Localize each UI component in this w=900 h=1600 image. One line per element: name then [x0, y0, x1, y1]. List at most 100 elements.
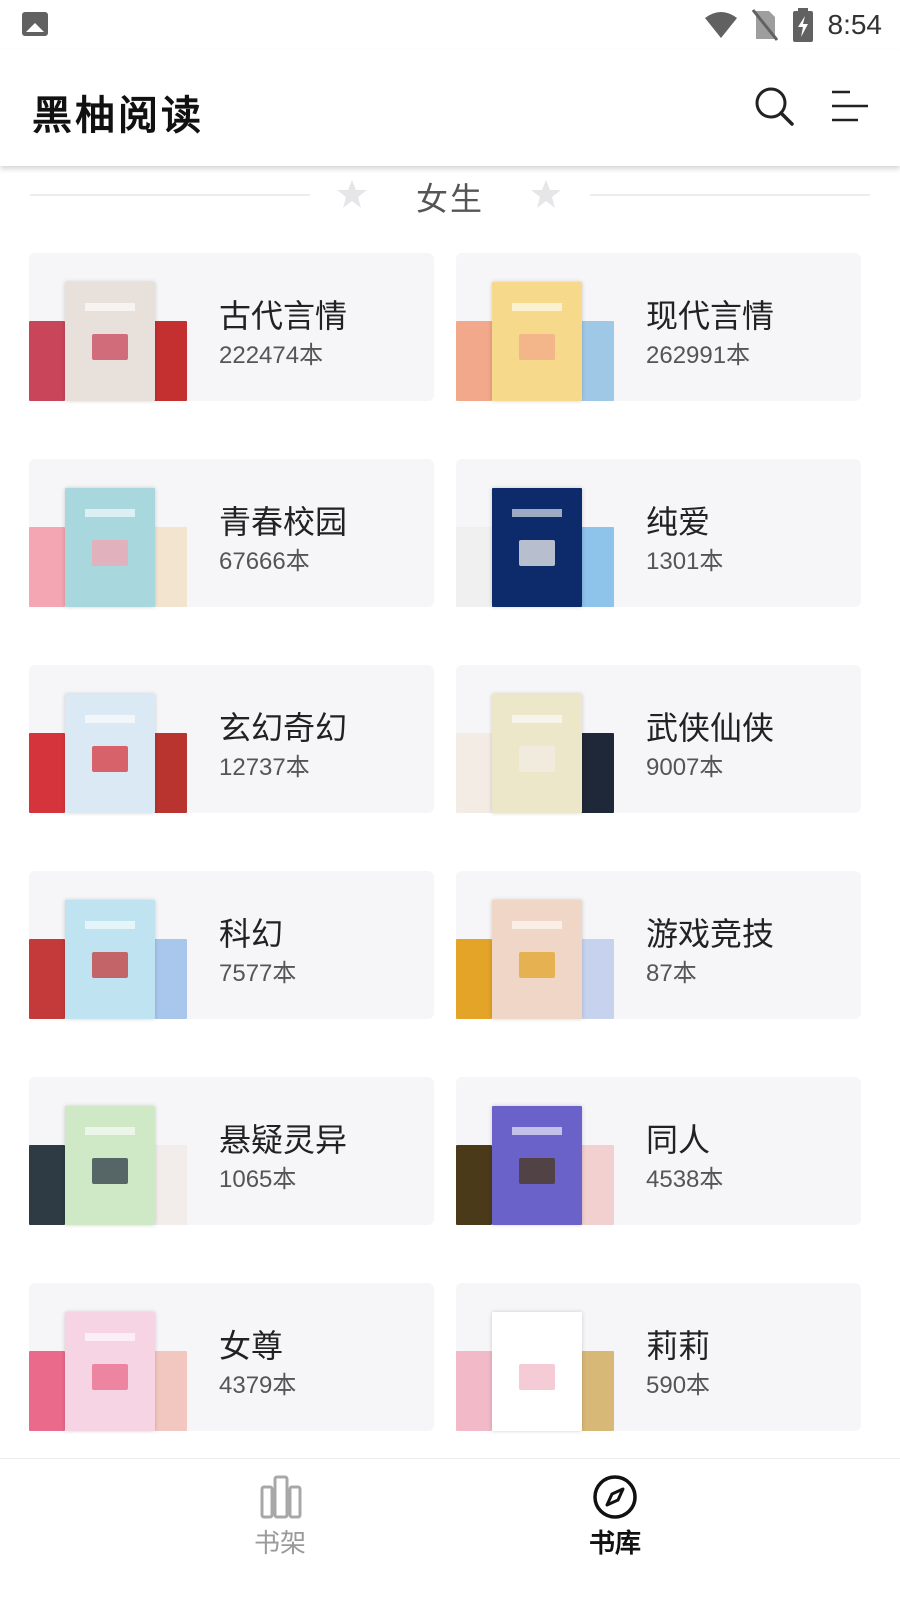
image-icon	[22, 12, 48, 36]
category-name: 科幻	[219, 915, 284, 953]
app-title: 黑柚阅读	[32, 92, 204, 139]
category-count: 1065本	[219, 1166, 297, 1193]
book-cover-image	[151, 733, 187, 813]
book-cover-image	[578, 733, 614, 813]
nav-label: 书库	[588, 1529, 641, 1559]
cover-art	[92, 540, 128, 567]
cover-art	[519, 746, 555, 773]
book-cover-image	[456, 527, 492, 607]
nav-bookshelf[interactable]: 书架	[180, 1459, 380, 1600]
cover-art	[511, 509, 563, 518]
category-count: 1301本	[646, 548, 724, 575]
category-card[interactable]: 游戏竞技 87本	[456, 871, 861, 1019]
cover-art	[519, 952, 555, 979]
cover-art	[84, 1127, 136, 1136]
category-count: 9007本	[646, 754, 724, 781]
category-count: 4379本	[219, 1372, 297, 1399]
category-card[interactable]: 同人 4538本	[456, 1077, 861, 1225]
search-button[interactable]	[752, 84, 796, 128]
category-name: 游戏竞技	[646, 915, 775, 953]
category-count: 4538本	[646, 1166, 724, 1193]
bottom-nav: 书架 书库	[0, 1458, 900, 1600]
book-cover-image	[65, 900, 155, 1019]
book-cover-image	[151, 1351, 187, 1431]
category-card[interactable]: 悬疑灵异 1065本	[29, 1077, 434, 1225]
category-name: 悬疑灵异	[219, 1121, 348, 1159]
category-count: 67666本	[219, 548, 310, 575]
menu-button[interactable]	[828, 86, 872, 126]
category-card[interactable]: 科幻 7577本	[29, 871, 434, 1019]
category-count: 262991本	[646, 342, 751, 369]
book-cover-image	[456, 733, 492, 813]
category-name: 女尊	[219, 1327, 284, 1365]
category-count: 222474本	[219, 342, 324, 369]
cover-art	[92, 952, 128, 979]
bookshelf-icon	[260, 1475, 302, 1519]
cover-art	[511, 921, 563, 930]
category-count: 87本	[646, 960, 697, 987]
cover-art	[519, 334, 555, 361]
book-cover-image	[29, 939, 65, 1019]
book-cover-image	[578, 1145, 614, 1225]
menu-list-icon	[832, 90, 868, 122]
book-cover-image	[578, 321, 614, 401]
category-count: 12737本	[219, 754, 310, 781]
category-card[interactable]: 女尊 4379本	[29, 1283, 434, 1431]
divider	[30, 194, 310, 196]
category-name: 同人	[646, 1121, 711, 1159]
battery-charging-icon	[792, 8, 813, 42]
app-bar: 黑柚阅读	[0, 50, 900, 166]
no-sim-icon	[751, 9, 778, 41]
star-icon	[531, 180, 561, 208]
cover-art	[84, 921, 136, 930]
book-cover-image	[492, 282, 582, 401]
cover-art	[92, 334, 128, 361]
category-count: 7577本	[219, 960, 297, 987]
book-cover-image	[492, 1312, 582, 1431]
cover-art	[84, 715, 136, 724]
compass-icon	[593, 1475, 637, 1519]
book-cover-image	[578, 939, 614, 1019]
cover-art	[92, 1364, 128, 1391]
section-header: 女生	[0, 170, 900, 226]
book-cover-image	[456, 1351, 492, 1431]
cover-art	[92, 1158, 128, 1185]
cover-art	[519, 540, 555, 567]
category-card[interactable]: 武侠仙侠 9007本	[456, 665, 861, 813]
book-cover-image	[65, 694, 155, 813]
nav-library[interactable]: 书库	[515, 1459, 715, 1600]
category-name: 莉莉	[646, 1327, 711, 1365]
search-icon	[755, 87, 794, 126]
category-card[interactable]: 玄幻奇幻 12737本	[29, 665, 434, 813]
cover-art	[84, 509, 136, 518]
book-cover-image	[29, 527, 65, 607]
cover-art	[511, 1333, 563, 1342]
cover-art	[511, 1127, 563, 1136]
book-cover-image	[151, 1145, 187, 1225]
book-cover-image	[492, 488, 582, 607]
category-name: 现代言情	[646, 297, 775, 335]
category-card[interactable]: 纯爱 1301本	[456, 459, 861, 607]
book-cover-image	[578, 1351, 614, 1431]
category-count: 590本	[646, 1372, 711, 1399]
book-cover-image	[65, 1106, 155, 1225]
star-icon	[337, 180, 367, 208]
category-card[interactable]: 青春校园 67666本	[29, 459, 434, 607]
book-cover-image	[578, 527, 614, 607]
book-cover-image	[65, 282, 155, 401]
category-card[interactable]: 古代言情 222474本	[29, 253, 434, 401]
book-cover-image	[65, 1312, 155, 1431]
category-card[interactable]: 莉莉 590本	[456, 1283, 861, 1431]
cover-art	[84, 303, 136, 312]
cover-art	[519, 1158, 555, 1185]
cover-art	[511, 303, 563, 312]
category-name: 古代言情	[219, 297, 348, 335]
category-name: 武侠仙侠	[646, 709, 775, 747]
category-card[interactable]: 现代言情 262991本	[456, 253, 861, 401]
book-cover-image	[492, 1106, 582, 1225]
book-cover-image	[456, 939, 492, 1019]
book-cover-image	[29, 1351, 65, 1431]
book-cover-image	[456, 1145, 492, 1225]
cover-art	[519, 1364, 555, 1391]
category-name: 玄幻奇幻	[219, 709, 348, 747]
